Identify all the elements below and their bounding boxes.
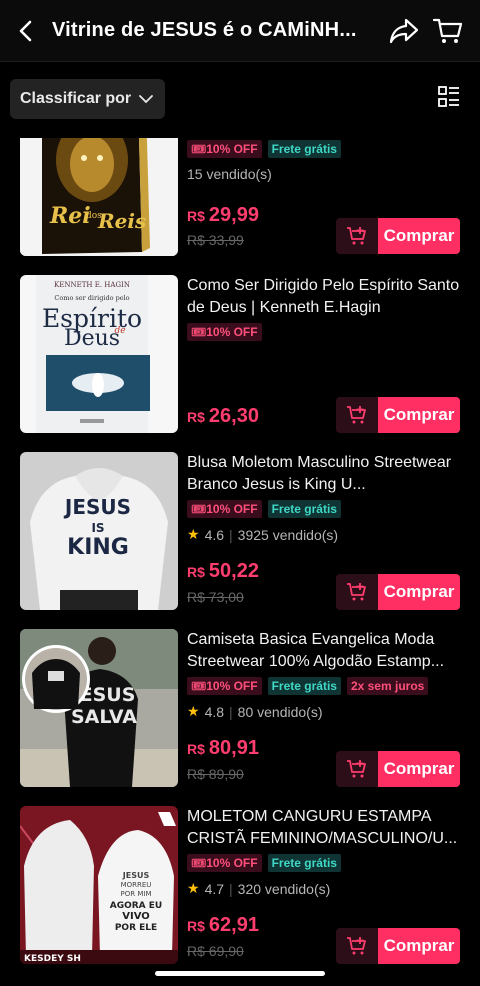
product-title: Camiseta Basica Evangelica Moda Streetwe… bbox=[187, 631, 445, 670]
share-button[interactable] bbox=[382, 0, 426, 62]
product-card[interactable]: Rei dos Reis 🎟10% OFF Frete grátis 15 ve… bbox=[0, 138, 480, 275]
old-price: R$ 73,00 bbox=[187, 589, 244, 605]
rating-value: 4.6 bbox=[204, 526, 225, 543]
page-title: Vitrine de JESUS é o CAMiNH... bbox=[52, 19, 357, 41]
rating-row: ★ 4.8 | 80 vendido(s) bbox=[187, 703, 323, 720]
svg-text:POR ELE: POR ELE bbox=[115, 923, 157, 933]
product-card[interactable]: KENNETH E. HAGIN Como ser dirigido pelo … bbox=[0, 275, 480, 452]
svg-text:KING: KING bbox=[67, 535, 129, 560]
product-card[interactable]: JESUS IS KING Blusa Moletom Masculino St… bbox=[0, 452, 480, 629]
product-tags: 🎟10% OFF bbox=[187, 323, 462, 341]
discount-badge: 🎟10% OFF bbox=[187, 677, 262, 695]
shirt-print-text: JESUS bbox=[63, 495, 131, 519]
add-to-cart-button[interactable] bbox=[336, 574, 378, 610]
free-shipping-badge: Frete grátis bbox=[267, 677, 341, 695]
discount-badge: 🎟10% OFF bbox=[187, 854, 262, 872]
discount-badge: 🎟10% OFF bbox=[187, 323, 262, 341]
sold-count: 15 vendido(s) bbox=[187, 166, 272, 182]
old-price: R$ 89,90 bbox=[187, 766, 244, 782]
shirt-print-text: JESUS bbox=[122, 871, 150, 880]
buy-button[interactable]: Comprar bbox=[378, 218, 460, 254]
product-tags: 🎟10% OFF Frete grátis 2x sem juros bbox=[187, 677, 462, 695]
free-shipping-badge: Frete grátis bbox=[267, 854, 341, 872]
product-price: R$ 62,91 bbox=[187, 914, 259, 936]
product-image: JESUS SALVA bbox=[20, 629, 178, 787]
old-price: R$ 69,90 bbox=[187, 943, 244, 959]
top-bar: Vitrine de JESUS é o CAMiNH... bbox=[0, 0, 480, 62]
product-image: KENNETH E. HAGIN Como ser dirigido pelo … bbox=[20, 275, 178, 433]
star-icon: ★ bbox=[187, 880, 200, 896]
svg-text:POR MIM: POR MIM bbox=[121, 890, 152, 898]
product-title: MOLETOM CANGURU ESTAMPA CRISTÃ FEMININO/… bbox=[187, 808, 458, 847]
cart-plus-icon bbox=[347, 406, 366, 424]
svg-text:IS: IS bbox=[91, 521, 104, 535]
product-title: Blusa Moletom Masculino Streetwear Branc… bbox=[187, 454, 452, 493]
rating-row: ★ 4.6 | 3925 vendido(s) bbox=[187, 526, 339, 543]
svg-text:Deus: Deus bbox=[64, 326, 120, 351]
book-cover-text: Rei bbox=[49, 203, 91, 229]
product-image: JESUS MORREU POR MIM AGORA EU VIVO POR E… bbox=[20, 806, 178, 964]
sold-count: 3925 vendido(s) bbox=[237, 526, 339, 543]
filter-bar: Classificar por bbox=[0, 62, 480, 138]
add-to-cart-button[interactable] bbox=[336, 397, 378, 433]
view-toggle-button[interactable] bbox=[438, 86, 460, 113]
rating-value: 4.7 bbox=[204, 880, 225, 897]
product-price: R$ 26,30 bbox=[187, 405, 259, 427]
svg-text:MORREU: MORREU bbox=[121, 881, 152, 889]
back-button[interactable] bbox=[0, 0, 52, 62]
sold-count: 320 vendido(s) bbox=[237, 880, 331, 897]
product-tags: 🎟10% OFF Frete grátis bbox=[187, 500, 462, 518]
installments-badge: 2x sem juros bbox=[346, 677, 429, 695]
chevron-left-icon bbox=[19, 20, 32, 41]
buy-button[interactable]: Comprar bbox=[378, 574, 460, 610]
cart-plus-icon bbox=[347, 583, 366, 601]
product-card[interactable]: JESUS MORREU POR MIM AGORA EU VIVO POR E… bbox=[0, 806, 480, 983]
rating-value: 4.8 bbox=[204, 703, 225, 720]
free-shipping-badge: Frete grátis bbox=[267, 140, 341, 158]
list-view-icon bbox=[438, 86, 459, 107]
product-title: Como Ser Dirigido Pelo Espírito Santo de… bbox=[187, 277, 460, 316]
add-to-cart-button[interactable] bbox=[336, 928, 378, 964]
add-to-cart-button[interactable] bbox=[336, 751, 378, 787]
svg-text:KENNETH E. HAGIN: KENNETH E. HAGIN bbox=[54, 281, 130, 289]
chevron-down-icon bbox=[139, 95, 154, 104]
free-shipping-badge: Frete grátis bbox=[267, 500, 341, 518]
add-to-cart-button[interactable] bbox=[336, 218, 378, 254]
product-tags: 🎟10% OFF Frete grátis bbox=[187, 140, 462, 158]
cart-plus-icon bbox=[347, 760, 366, 778]
product-list: Rei dos Reis 🎟10% OFF Frete grátis 15 ve… bbox=[0, 138, 480, 986]
svg-text:Reis: Reis bbox=[97, 209, 146, 233]
cart-icon bbox=[433, 18, 463, 43]
product-card[interactable]: JESUS SALVA Camiseta Basica Evangelica M… bbox=[0, 629, 480, 806]
sort-label: Classificar por bbox=[20, 90, 132, 107]
star-icon: ★ bbox=[187, 526, 200, 542]
svg-text:SALVA: SALVA bbox=[71, 706, 137, 728]
product-tags: 🎟10% OFF Frete grátis bbox=[187, 854, 462, 872]
discount-badge: 🎟10% OFF bbox=[187, 500, 262, 518]
product-price: R$ 50,22 bbox=[187, 560, 259, 582]
sold-count: 80 vendido(s) bbox=[237, 703, 323, 720]
product-image: JESUS IS KING bbox=[20, 452, 178, 610]
old-price: R$ 33,99 bbox=[187, 232, 244, 248]
buy-button[interactable]: Comprar bbox=[378, 928, 460, 964]
sort-button[interactable]: Classificar por bbox=[10, 79, 166, 119]
cart-plus-icon bbox=[347, 937, 366, 955]
share-arrow-icon bbox=[389, 18, 419, 43]
svg-text:AGORA EU: AGORA EU bbox=[110, 901, 163, 911]
star-icon: ★ bbox=[187, 703, 200, 719]
discount-badge: 🎟10% OFF bbox=[187, 140, 262, 158]
product-image: Rei dos Reis bbox=[20, 138, 178, 256]
svg-text:Como ser dirigido pelo: Como ser dirigido pelo bbox=[54, 294, 129, 302]
product-price: R$ 29,99 bbox=[187, 204, 259, 226]
cart-button[interactable] bbox=[426, 0, 470, 62]
buy-button[interactable]: Comprar bbox=[378, 397, 460, 433]
buy-button[interactable]: Comprar bbox=[378, 751, 460, 787]
svg-text:VIVO: VIVO bbox=[122, 911, 150, 922]
product-price: R$ 80,91 bbox=[187, 737, 259, 759]
rating-row: ★ 4.7 | 320 vendido(s) bbox=[187, 880, 331, 897]
cart-plus-icon bbox=[347, 227, 366, 245]
brand-watermark: KESDEY SH bbox=[24, 954, 81, 964]
home-indicator[interactable] bbox=[155, 971, 325, 976]
